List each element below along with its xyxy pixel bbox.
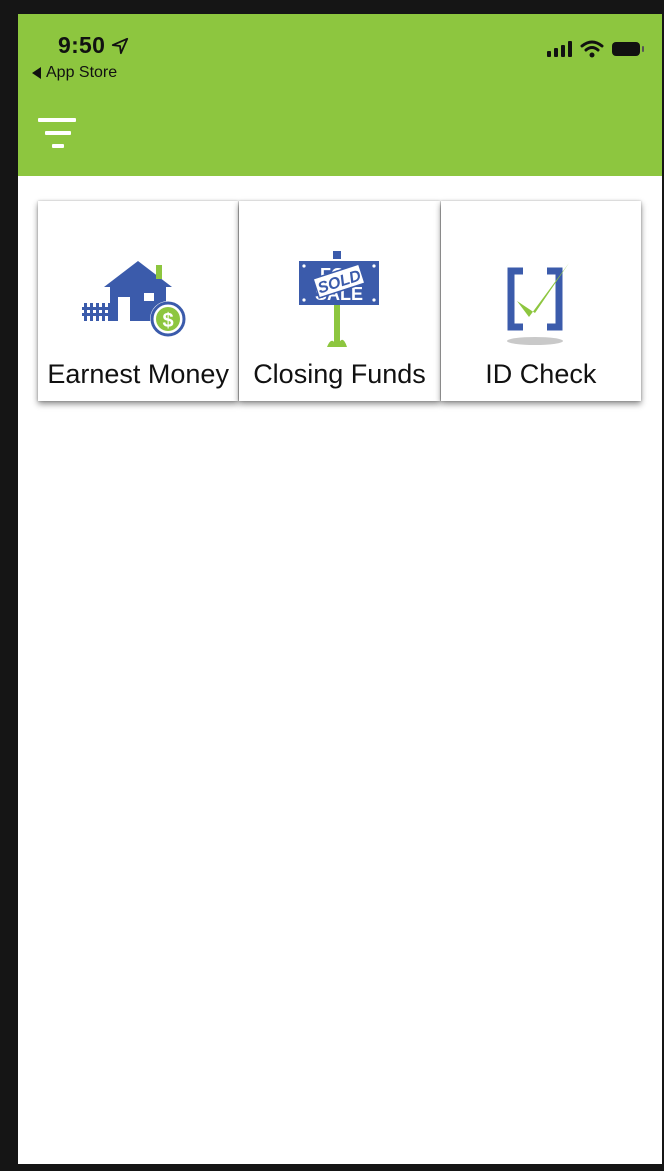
filter-menu-icon[interactable] <box>38 116 78 152</box>
svg-text:$: $ <box>163 310 174 332</box>
house-dollar-icon: $ <box>82 261 187 337</box>
tile-closing-funds[interactable]: FOR SALE SOLD Closing Funds <box>239 201 440 401</box>
back-app-label: App Store <box>46 64 118 81</box>
tile-earnest-money[interactable]: $ Earnest Money <box>38 201 239 401</box>
tile-label: ID Check <box>485 359 597 389</box>
status-indicators <box>547 40 644 58</box>
battery-icon <box>612 42 644 56</box>
phone-frame: 9:50 App Store $ Earnest Money SALE SOLD… <box>0 0 664 1171</box>
tile-label: Closing Funds <box>253 359 426 389</box>
back-to-app-store[interactable]: App Store <box>32 64 117 82</box>
tile-label: Earnest Money <box>47 359 229 389</box>
tile-id-check[interactable]: ID Check <box>440 201 641 401</box>
checkbox-check-icon <box>506 263 569 345</box>
clock-label: 9:50 <box>58 32 106 58</box>
cellular-signal-icon <box>547 41 572 57</box>
app-screen: 9:50 App Store $ Earnest Money SALE SOLD… <box>18 14 662 1164</box>
sold-sign-icon: FOR SALE SOLD <box>299 251 380 347</box>
wifi-icon <box>580 40 604 58</box>
location-arrow-icon <box>112 37 129 54</box>
service-tiles: $ Earnest Money FOR SALE <box>38 201 642 401</box>
back-arrow-icon <box>32 67 41 79</box>
app-header: 9:50 App Store <box>18 14 662 176</box>
status-time: 9:50 <box>58 32 129 59</box>
